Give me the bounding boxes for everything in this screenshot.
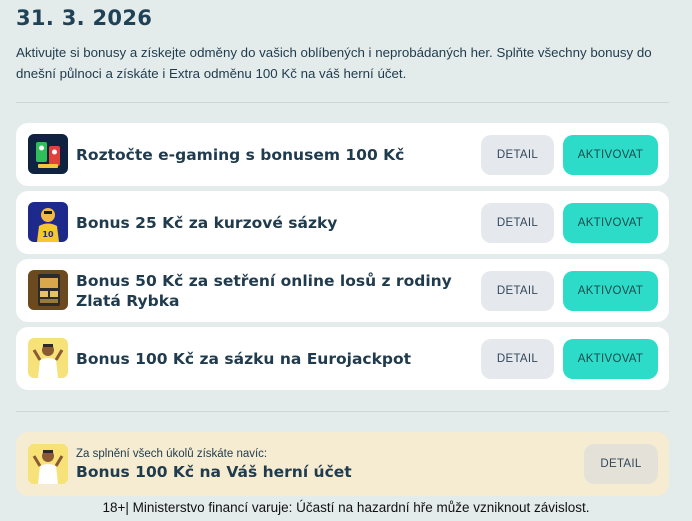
divider (16, 102, 669, 103)
bonus-card: 10 Bonus 25 Kč za kurzové sázky DETAIL A… (16, 191, 669, 254)
bonus-title: Bonus 50 Kč za setření online losů z rod… (76, 271, 452, 310)
gambling-warning: 18+| Ministerstvo financí varuje: Účastí… (102, 500, 590, 515)
winner-icon (28, 338, 68, 378)
divider (16, 411, 669, 412)
extra-reward-subtitle: Za splnění všech úkolů získáte navíc: (76, 448, 268, 460)
bonus-card: Bonus 100 Kč za sázku na Eurojackpot DET… (16, 327, 669, 390)
bonus-title: Bonus 25 Kč za kurzové sázky (76, 213, 338, 232)
svg-text:10: 10 (42, 230, 54, 239)
page-title-date: 31. 3. 2026 (16, 6, 153, 30)
activate-button[interactable]: AKTIVOVAT (563, 135, 658, 175)
detail-button[interactable]: DETAIL (481, 271, 554, 311)
detail-button[interactable]: DETAIL (481, 203, 554, 243)
detail-button[interactable]: DETAIL (481, 339, 554, 379)
detail-button[interactable]: DETAIL (481, 135, 554, 175)
activate-button[interactable]: AKTIVOVAT (563, 339, 658, 379)
detail-button[interactable]: DETAIL (584, 444, 658, 484)
activate-button[interactable]: AKTIVOVAT (563, 203, 658, 243)
extra-reward-card: Za splnění všech úkolů získáte navíc: Bo… (16, 432, 669, 496)
scratch-ticket-icon (28, 270, 68, 310)
intro-text: Aktivujte si bonusy a získejte odměny do… (16, 45, 652, 81)
bonus-card: Bonus 50 Kč za setření online losů z rod… (16, 259, 669, 322)
bonus-title: Roztočte e-gaming s bonusem 100 Kč (76, 145, 405, 164)
bonus-card: Roztočte e-gaming s bonusem 100 Kč DETAI… (16, 123, 669, 186)
sports-player-icon: 10 (28, 202, 68, 242)
winner-icon (28, 444, 68, 484)
bonus-title: Bonus 100 Kč za sázku na Eurojackpot (76, 349, 412, 368)
activate-button[interactable]: AKTIVOVAT (563, 271, 658, 311)
extra-reward-title: Bonus 100 Kč na Váš herní účet (76, 463, 352, 481)
slot-machine-icon (28, 134, 68, 174)
